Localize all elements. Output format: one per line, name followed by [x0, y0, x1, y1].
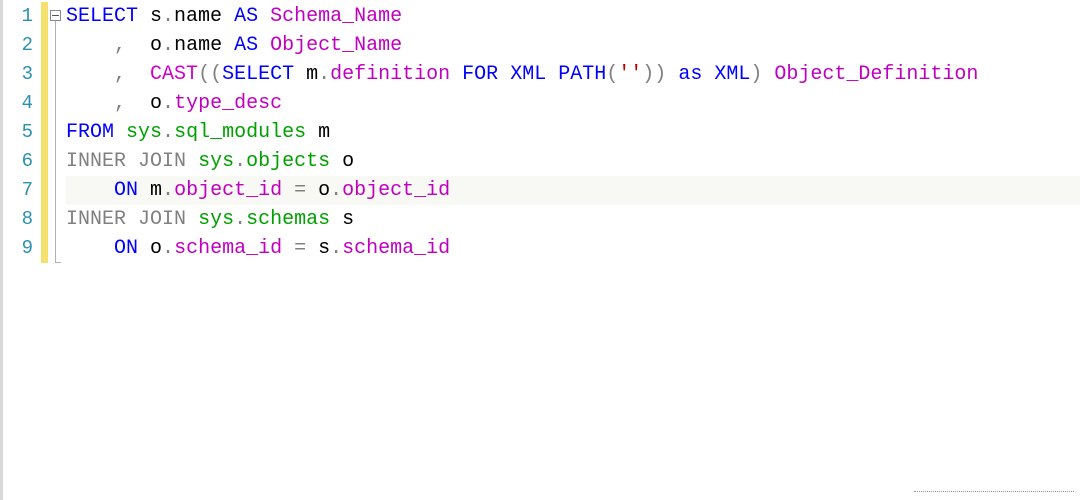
- line-number: 4: [3, 89, 41, 118]
- modified-line-marker: [41, 89, 48, 118]
- modified-line-marker: [41, 234, 48, 263]
- code-line[interactable]: INNER JOIN sys.objects o: [66, 147, 1080, 176]
- modified-line-marker: [41, 31, 48, 60]
- code-line[interactable]: , o.name AS Object_Name: [66, 31, 1080, 60]
- modification-stripe: [41, 0, 48, 500]
- fold-column[interactable]: [48, 0, 66, 500]
- line-number: 1: [3, 2, 41, 31]
- code-line[interactable]: ON o.schema_id = s.schema_id: [66, 234, 1080, 263]
- scrollbar-stub[interactable]: [914, 491, 1074, 498]
- line-number: 5: [3, 118, 41, 147]
- line-number-gutter[interactable]: 123456789: [3, 0, 41, 500]
- fold-guide-end: [55, 262, 61, 263]
- modified-line-marker: [41, 176, 48, 205]
- code-editor-area[interactable]: SELECT s.name AS Schema_Name , o.name AS…: [66, 0, 1080, 500]
- code-line[interactable]: , o.type_desc: [66, 89, 1080, 118]
- code-line[interactable]: INNER JOIN sys.schemas s: [66, 205, 1080, 234]
- code-line[interactable]: SELECT s.name AS Schema_Name: [66, 2, 1080, 31]
- modified-line-marker: [41, 2, 48, 31]
- line-number: 3: [3, 60, 41, 89]
- code-line[interactable]: , CAST((SELECT m.definition FOR XML PATH…: [66, 60, 1080, 89]
- line-number: 7: [3, 176, 41, 205]
- fold-toggle-icon[interactable]: [50, 10, 61, 21]
- modified-line-marker: [41, 118, 48, 147]
- line-number: 6: [3, 147, 41, 176]
- modified-line-marker: [41, 60, 48, 89]
- code-line[interactable]: ON m.object_id = o.object_id: [66, 176, 1080, 205]
- fold-guide-line: [55, 21, 56, 263]
- line-number: 8: [3, 205, 41, 234]
- modified-line-marker: [41, 147, 48, 176]
- line-number: 2: [3, 31, 41, 60]
- line-number: 9: [3, 234, 41, 263]
- code-line[interactable]: FROM sys.sql_modules m: [66, 118, 1080, 147]
- modified-line-marker: [41, 205, 48, 234]
